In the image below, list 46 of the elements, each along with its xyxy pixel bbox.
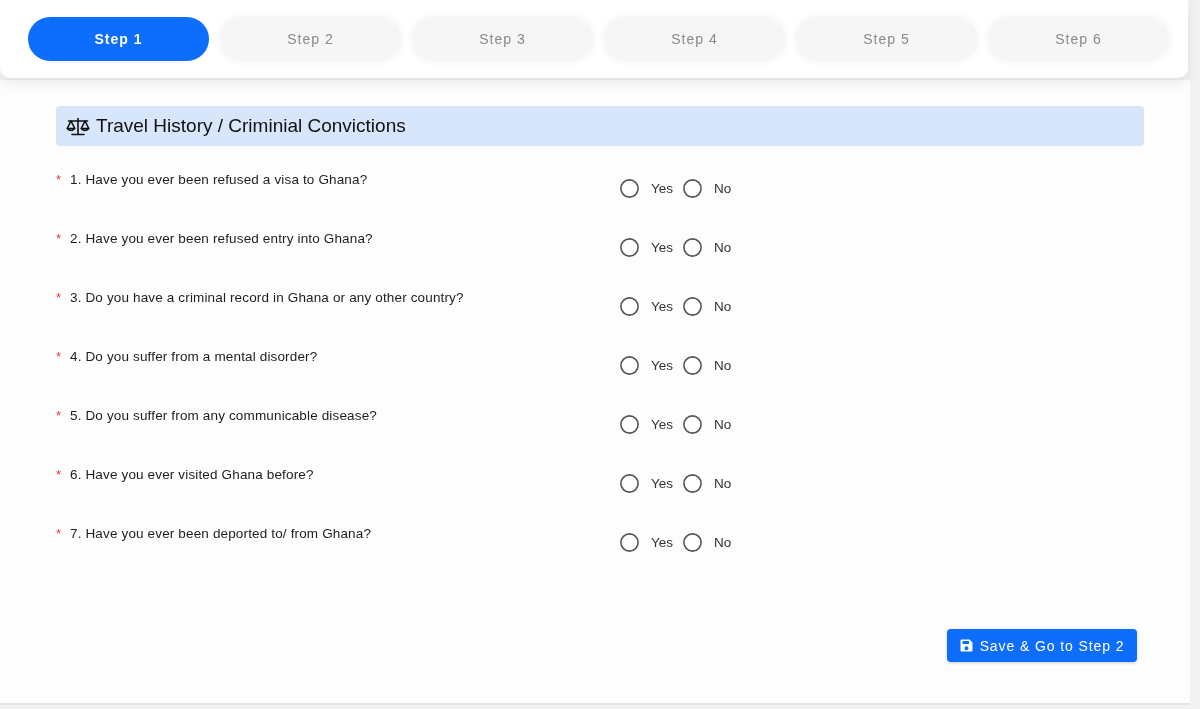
radio-button[interactable]: [620, 415, 639, 434]
required-asterisk: *: [56, 289, 63, 305]
radio-button[interactable]: [620, 238, 639, 257]
question-text: 3. Do you have a criminal record in Ghana or any other country?: [70, 289, 464, 305]
required-asterisk: *: [56, 348, 63, 364]
option-label[interactable]: Yes: [651, 535, 674, 550]
required-asterisk: *: [56, 171, 63, 187]
radio-button[interactable]: [620, 356, 639, 375]
radio-button[interactable]: [683, 415, 703, 434]
question-text: 2. Have you ever been refused entry into Ghana?: [70, 230, 373, 246]
radio-button[interactable]: [620, 179, 639, 198]
question-text: 4. Do you suffer from a mental disorder?: [70, 348, 318, 364]
radio-button[interactable]: [683, 297, 703, 316]
option-label[interactable]: Yes: [651, 476, 674, 491]
option-label[interactable]: No: [714, 299, 732, 314]
save-next-button[interactable]: Save & Go to Step 2: [947, 629, 1137, 662]
radio-button[interactable]: [683, 238, 703, 257]
radio-button[interactable]: [683, 179, 703, 198]
radio-button[interactable]: [620, 297, 639, 316]
option-label[interactable]: Yes: [651, 417, 674, 432]
radio-button[interactable]: [620, 533, 639, 552]
required-asterisk: *: [56, 525, 63, 541]
option-label[interactable]: No: [714, 358, 732, 373]
required-asterisk: *: [56, 466, 63, 482]
option-label[interactable]: Yes: [651, 299, 674, 314]
question-text: 6. Have you ever visited Ghana before?: [70, 466, 314, 482]
option-label[interactable]: No: [714, 181, 732, 196]
option-label[interactable]: No: [714, 240, 732, 255]
option-label[interactable]: No: [714, 535, 732, 550]
balance-scale-icon: [66, 116, 90, 136]
option-label[interactable]: Yes: [651, 358, 674, 373]
question-text: 5. Do you suffer from any communicable disease?: [70, 407, 377, 423]
section-title: Travel History / Criminial Convictions: [96, 115, 406, 137]
radio-button[interactable]: [683, 533, 703, 552]
option-label[interactable]: No: [714, 417, 732, 432]
option-label[interactable]: No: [714, 476, 732, 491]
option-label[interactable]: Yes: [651, 181, 674, 196]
radio-button[interactable]: [683, 356, 703, 375]
radio-button[interactable]: [620, 474, 639, 493]
question-text: 7. Have you ever been deported to/ from Ghana?: [70, 525, 372, 541]
required-asterisk: *: [56, 407, 63, 423]
question-text: 1. Have you ever been refused a visa to Ghana?: [70, 171, 368, 187]
radio-button[interactable]: [683, 474, 703, 493]
required-asterisk: *: [56, 230, 63, 246]
step-tab[interactable]: Step 1: [28, 17, 209, 61]
option-label[interactable]: Yes: [651, 240, 674, 255]
